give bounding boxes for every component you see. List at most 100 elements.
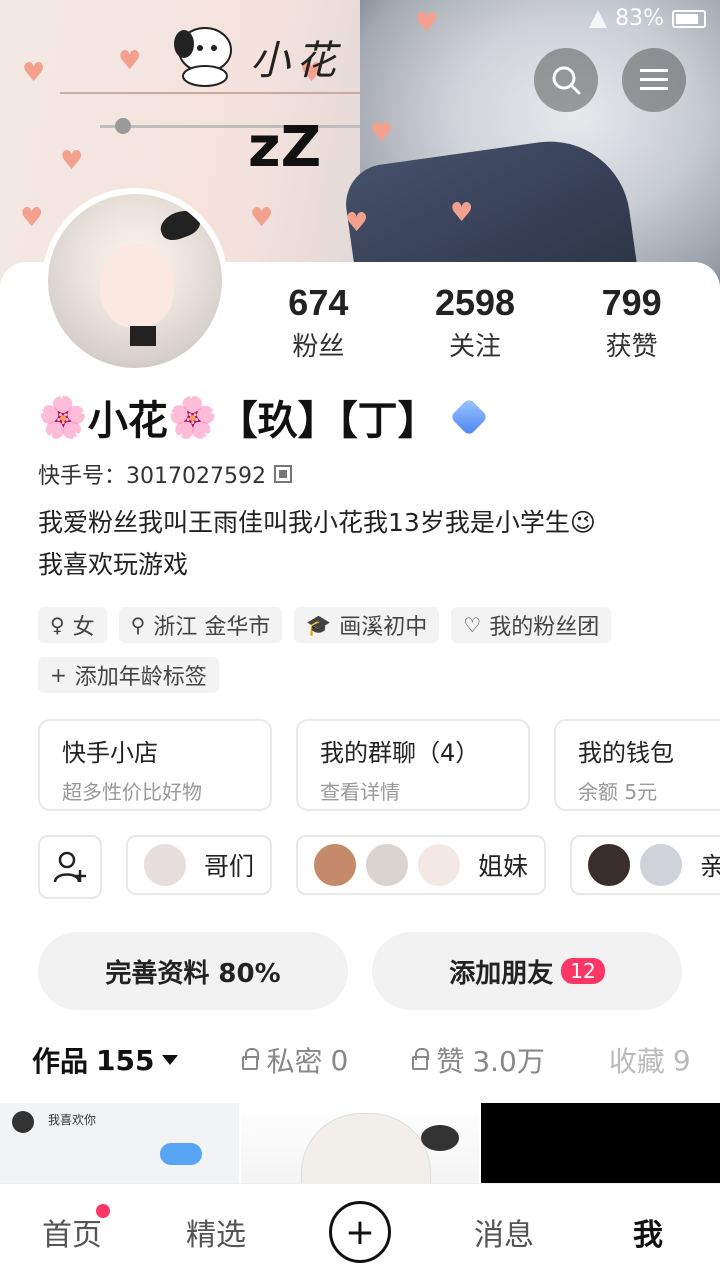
battery-percent: 83% (615, 6, 664, 31)
work-thumbnail[interactable] (240, 1103, 480, 1183)
heart-icon: ♥ (345, 208, 369, 238)
card-title: 我的群聊（4） (320, 739, 480, 767)
avatar (416, 842, 463, 888)
stat-likes[interactable]: 799 获赞 (553, 282, 710, 363)
complete-profile-label: 完善资料 80% (105, 958, 281, 989)
lock-icon (242, 1048, 260, 1070)
search-button[interactable] (534, 48, 598, 112)
nav-label: 首页 (42, 1218, 102, 1253)
add-person-icon (53, 851, 86, 883)
pochacco-dog-icon (174, 27, 232, 87)
group-close[interactable]: 亲密 (570, 835, 720, 895)
bio-line: 我喜欢玩游戏 (38, 550, 189, 579)
tag-add-age[interactable]: + 添加年龄标签 (38, 657, 219, 693)
audio-progress-knob (115, 118, 131, 134)
tab-count: 9 (672, 1043, 691, 1077)
avatar[interactable] (42, 188, 228, 374)
nav-me[interactable]: 我 (576, 1210, 720, 1254)
profile-actions: 完善资料 80% 添加朋友 12 (38, 932, 682, 1010)
bottom-nav: 首页 精选 + 消息 我 (0, 1183, 720, 1280)
card-subtitle: 余额 5元 (578, 780, 658, 804)
tab-private[interactable]: 私密 0 (242, 1040, 348, 1080)
stat-label: 获赞 (605, 332, 658, 362)
nav-label: 我 (633, 1218, 663, 1253)
battery-icon (672, 9, 706, 28)
tag-gender[interactable]: ♀ 女 (38, 607, 107, 643)
location-pin-icon: ⚲ (130, 613, 146, 637)
kuaishou-id[interactable]: 快手号：3017027592 (38, 458, 292, 490)
complete-profile-button[interactable]: 完善资料 80% (38, 932, 348, 1010)
heart-icon: ♥ (415, 8, 439, 38)
menu-button[interactable] (622, 48, 686, 112)
tag-label: 添加年龄标签 (74, 665, 207, 690)
stat-value: 799 (601, 282, 662, 323)
work-thumbnail[interactable] (481, 1103, 720, 1183)
card-wallet[interactable]: 我的钱包 余额 5元 (554, 719, 720, 811)
heart-icon: ♥ (370, 118, 394, 148)
qr-code-icon[interactable] (273, 465, 292, 483)
tab-liked[interactable]: 赞 3.0万 (412, 1040, 545, 1080)
add-friends-label: 添加朋友 (449, 958, 554, 989)
tag-label: 浙江 金华市 (153, 615, 271, 640)
card-group-chat[interactable]: 我的群聊（4） 查看详情 (296, 719, 530, 811)
stat-followers[interactable]: 674 粉丝 (240, 282, 397, 363)
avatar-tie (130, 326, 156, 346)
add-group-button[interactable] (38, 835, 102, 899)
content-tabs: 作品 155 私密 0 赞 3.0万 收藏 9 (32, 1040, 720, 1080)
tag-school[interactable]: 🎓 画溪初中 (294, 607, 440, 643)
nav-messages[interactable]: 消息 (432, 1210, 576, 1254)
group-brothers[interactable]: 哥们 (126, 835, 273, 895)
stat-following[interactable]: 2598 关注 (397, 282, 554, 363)
group-label: 亲密 (700, 852, 720, 881)
tab-label: 私密 (266, 1045, 323, 1078)
add-friends-button[interactable]: 添加朋友 12 (372, 932, 682, 1010)
nav-create[interactable]: + (288, 1201, 432, 1263)
tab-favorites[interactable]: 收藏 9 (609, 1040, 691, 1080)
friend-groups: 哥们 姐妹 亲密 (38, 835, 720, 899)
group-label: 姐妹 (478, 852, 529, 881)
tab-count: 155 (96, 1043, 155, 1077)
profile-bio[interactable]: 我爱粉丝我叫王雨佳叫我小花我13岁我是小学生😉 我喜欢玩游戏 (38, 502, 596, 586)
feature-cards: 快手小店 超多性价比好物 我的群聊（4） 查看详情 我的钱包 余额 5元 (38, 719, 720, 811)
tag-fan-club[interactable]: ♡ 我的粉丝团 (451, 607, 612, 643)
heart-icon: ♥ (250, 203, 274, 233)
group-label: 哥们 (204, 852, 255, 881)
cherry-blossom-icon: 🌸 (167, 394, 218, 441)
card-title: 我的钱包 (578, 739, 674, 767)
tab-label: 收藏 (608, 1045, 665, 1078)
thumbnail-illustration (300, 1113, 431, 1183)
tag-label: 我的粉丝团 (489, 615, 600, 640)
heart-outline-icon: ♡ (463, 613, 482, 637)
tab-works[interactable]: 作品 155 (32, 1040, 179, 1080)
work-thumbnail[interactable]: 我喜欢你 (0, 1103, 239, 1183)
chat-bubble (160, 1143, 202, 1165)
card-subtitle: 超多性价比好物 (62, 780, 202, 804)
name-text: 小花 (87, 398, 168, 444)
cherry-blossom-icon: 🌸 (38, 394, 88, 441)
profile-tags: ♀ 女 ⚲ 浙江 金华市 🎓 画溪初中 ♡ 我的粉丝团 + 添加年龄标签 (38, 607, 698, 693)
tag-location[interactable]: ⚲ 浙江 金华市 (118, 607, 283, 643)
profile-name: 🌸 小花 🌸 【玖】【丁】 (38, 388, 488, 446)
gender-female-icon: ♀ (50, 613, 65, 637)
heart-icon: ♥ (450, 198, 474, 228)
notification-badge: 12 (561, 958, 605, 984)
notification-dot (96, 1204, 110, 1218)
card-subtitle: 查看详情 (320, 780, 400, 804)
heart-icon: ♥ (60, 146, 84, 176)
avatar-face (100, 244, 174, 328)
card-shop[interactable]: 快手小店 超多性价比好物 (38, 719, 272, 811)
name-suffix: 【玖】【丁】 (217, 398, 438, 444)
stat-label: 关注 (449, 332, 502, 362)
group-sisters[interactable]: 姐妹 (296, 835, 547, 895)
nav-featured[interactable]: 精选 (144, 1210, 288, 1254)
stat-label: 粉丝 (292, 332, 345, 362)
works-grid: 我喜欢你 (0, 1103, 720, 1183)
heart-icon: ♥ (22, 58, 46, 88)
level-badge-icon[interactable] (449, 397, 488, 437)
bio-line: 我爱粉丝我叫王雨佳叫我小花我13岁我是小学生😉 (38, 508, 596, 537)
nav-home[interactable]: 首页 (0, 1204, 144, 1254)
plus-icon: + (329, 1201, 391, 1263)
avatar (586, 842, 633, 888)
heart-icon: ♥ (118, 46, 142, 76)
tab-count: 0 (330, 1043, 349, 1077)
